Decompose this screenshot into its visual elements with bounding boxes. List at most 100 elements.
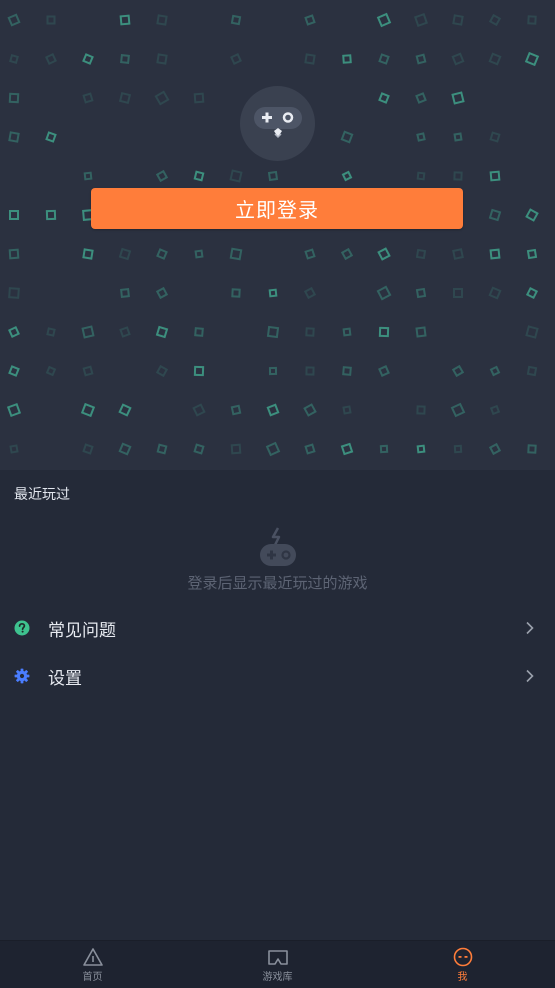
pattern-square: [81, 325, 95, 339]
pattern-square: [378, 326, 390, 338]
decorative-square-pattern: [6, 12, 540, 457]
tab-me[interactable]: 我: [370, 941, 555, 988]
pattern-square: [156, 53, 168, 65]
pattern-square: [8, 248, 20, 260]
pattern-square: [82, 92, 94, 104]
pattern-square: [155, 286, 169, 300]
pattern-square: [45, 53, 57, 65]
menu-item-faq[interactable]: 常见问题: [0, 604, 555, 652]
recent-empty-text: 登录后显示最近玩过的游戏: [187, 574, 368, 592]
pattern-square: [453, 288, 463, 298]
pattern-square: [192, 403, 206, 417]
pattern-square: [119, 326, 131, 338]
pattern-square: [155, 325, 169, 339]
pattern-square: [415, 53, 427, 65]
pattern-square: [488, 208, 502, 222]
pattern-square: [488, 13, 502, 27]
pattern-square: [6, 402, 22, 418]
pattern-square: [305, 366, 315, 376]
pattern-square: [525, 208, 539, 222]
pattern-square: [342, 366, 352, 376]
pattern-square: [229, 247, 243, 261]
pattern-square: [231, 288, 241, 298]
pattern-square: [156, 14, 168, 26]
pattern-square: [8, 92, 20, 104]
pattern-square: [8, 365, 20, 377]
pattern-square: [342, 327, 352, 337]
pattern-square: [378, 365, 390, 377]
empty-gamepad-icon: [259, 527, 296, 566]
pattern-square: [120, 288, 130, 298]
pattern-square: [526, 365, 538, 377]
pattern-square: [230, 53, 242, 65]
pattern-square: [453, 132, 463, 142]
recent-empty-state: 登录后显示最近玩过的游戏: [0, 526, 555, 596]
pattern-square: [489, 404, 501, 416]
pattern-square: [304, 53, 316, 65]
tab-home[interactable]: 首页: [0, 941, 185, 988]
pattern-square: [120, 54, 130, 64]
home-triangle-icon: [82, 948, 103, 966]
profile-face-icon: [453, 947, 472, 967]
pattern-square: [341, 170, 353, 182]
pattern-square: [304, 248, 316, 260]
pattern-square: [9, 54, 19, 64]
login-header: 立即登录: [0, 0, 555, 470]
pattern-square: [376, 12, 392, 28]
profile-screen: 立即登录 最近玩过 登录后显示最近玩过的游戏 常见问题 设置 首页 游戏库 我: [0, 0, 555, 988]
pattern-square: [7, 13, 21, 27]
pattern-square: [194, 327, 204, 337]
pattern-square: [82, 443, 94, 455]
pattern-square: [230, 404, 242, 416]
pattern-square: [229, 169, 243, 183]
pattern-square: [268, 288, 278, 298]
pattern-square: [488, 286, 502, 300]
tab-home-label: 首页: [82, 972, 103, 983]
pattern-square: [46, 327, 56, 337]
pattern-square: [45, 365, 57, 377]
menu-item-settings[interactable]: 设置: [0, 652, 555, 700]
pattern-square: [9, 210, 19, 220]
pattern-square: [303, 403, 317, 417]
pattern-square: [415, 326, 427, 338]
tab-me-label: 我: [457, 972, 468, 983]
pattern-square: [525, 286, 539, 300]
bottom-navigation: 首页 游戏库 我: [0, 940, 555, 988]
pattern-square: [266, 403, 280, 417]
pattern-square: [488, 442, 502, 456]
pattern-square: [489, 365, 501, 377]
pattern-square: [118, 247, 132, 261]
pattern-square: [193, 365, 205, 377]
pattern-square: [452, 14, 464, 26]
login-button[interactable]: 立即登录: [91, 188, 463, 229]
pattern-square: [193, 92, 205, 104]
menu-item-faq-label: 常见问题: [48, 621, 116, 641]
pattern-square: [414, 13, 428, 27]
pattern-square: [119, 14, 131, 26]
pattern-square: [45, 131, 57, 143]
tab-game-library[interactable]: 游戏库: [185, 941, 370, 988]
pattern-square: [230, 443, 242, 455]
pattern-square: [340, 247, 354, 261]
pattern-square: [9, 444, 19, 454]
pattern-square: [415, 248, 427, 260]
pattern-square: [193, 443, 205, 455]
pattern-square: [46, 15, 56, 25]
pattern-square: [415, 92, 427, 104]
pattern-square: [376, 285, 392, 301]
default-avatar[interactable]: [240, 86, 315, 161]
pattern-square: [342, 54, 352, 64]
pattern-square: [489, 248, 501, 260]
pattern-square: [378, 53, 390, 65]
pattern-square: [340, 130, 354, 144]
pattern-square: [83, 171, 93, 181]
pattern-square: [377, 247, 391, 261]
pattern-square: [118, 403, 132, 417]
chevron-right-icon: [526, 669, 534, 683]
pattern-square: [524, 51, 540, 67]
pattern-square: [525, 325, 539, 339]
pattern-square: [304, 443, 316, 455]
pattern-square: [451, 364, 465, 378]
gear-icon: [14, 668, 30, 684]
pattern-square: [416, 405, 426, 415]
